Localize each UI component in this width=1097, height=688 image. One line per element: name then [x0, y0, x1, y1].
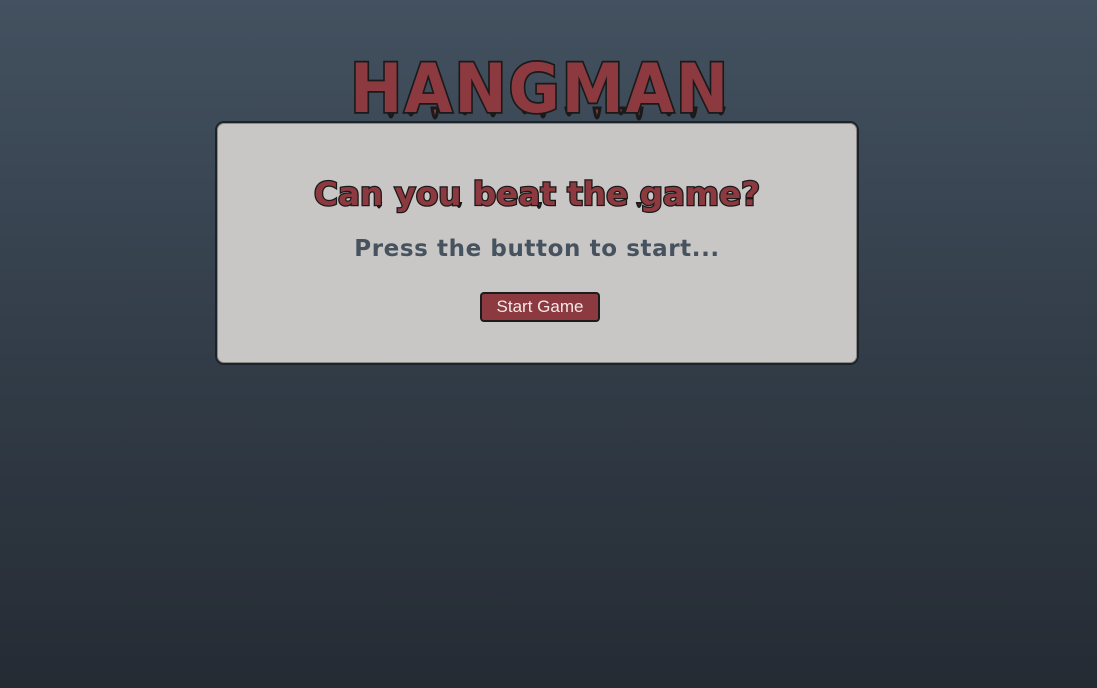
tagline-text: Can you beat the game?: [314, 175, 760, 213]
tagline-art: Can you beat the game?: [313, 174, 762, 215]
game-title: HANGMAN: [350, 50, 730, 129]
hangman-logo: HANGMAN: [344, 48, 736, 132]
start-panel: Can you beat the game? Press the button …: [215, 121, 859, 365]
start-prompt: Press the button to start...: [354, 236, 720, 262]
tagline-container: Can you beat the game?: [217, 155, 857, 235]
hangman-logo-art: HANGMAN: [348, 48, 730, 131]
start-game-button[interactable]: Start Game: [480, 292, 600, 322]
